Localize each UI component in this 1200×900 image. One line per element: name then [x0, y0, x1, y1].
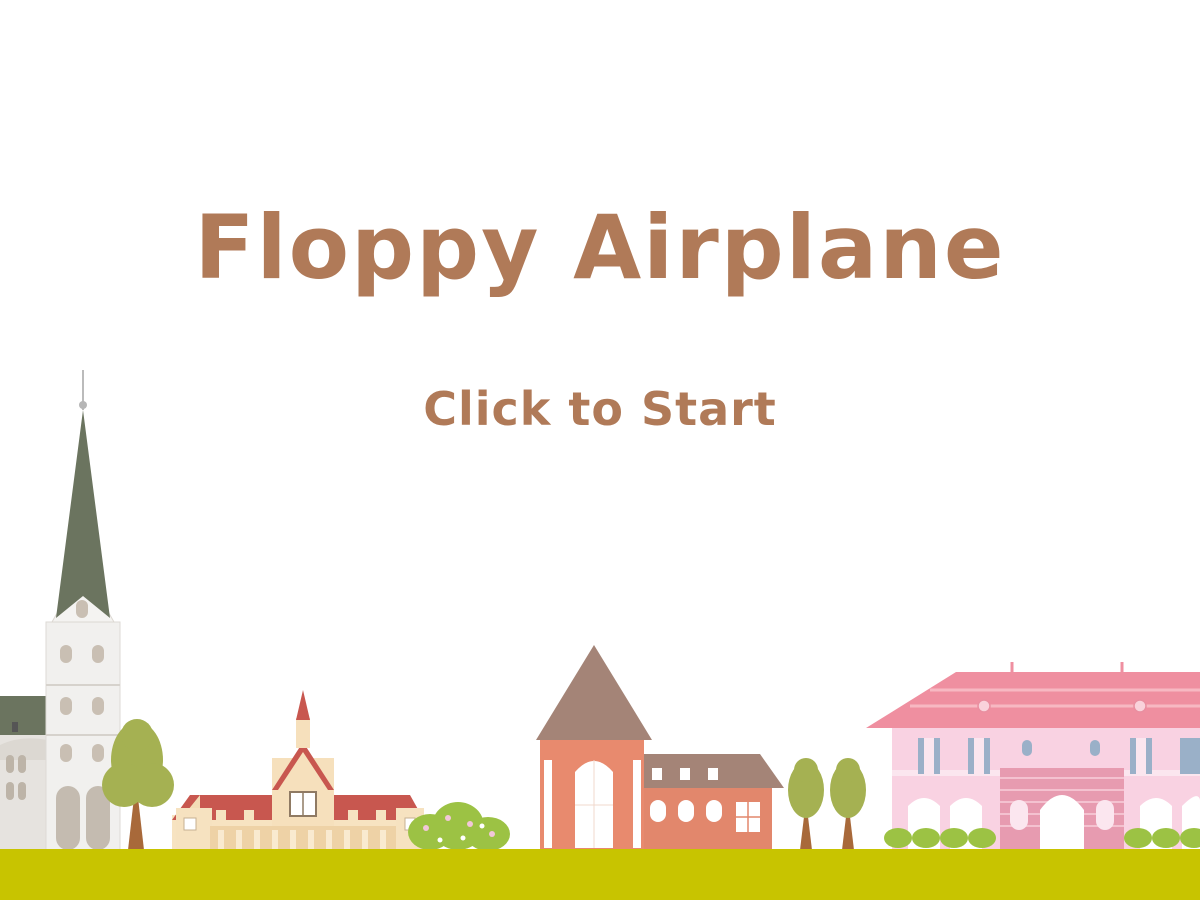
church-with-spire [0, 370, 121, 851]
twin-trees [788, 758, 866, 850]
cream-town-hall [172, 690, 424, 850]
game-canvas[interactable]: Floppy Airplane Click to Start [0, 0, 1200, 900]
town-scenery [0, 370, 1200, 900]
click-to-start-prompt[interactable]: Click to Start [0, 382, 1200, 436]
ground [0, 849, 1200, 900]
game-title: Floppy Airplane [194, 196, 1006, 299]
brown-tower-house [536, 645, 784, 850]
pink-mansion [866, 662, 1200, 850]
